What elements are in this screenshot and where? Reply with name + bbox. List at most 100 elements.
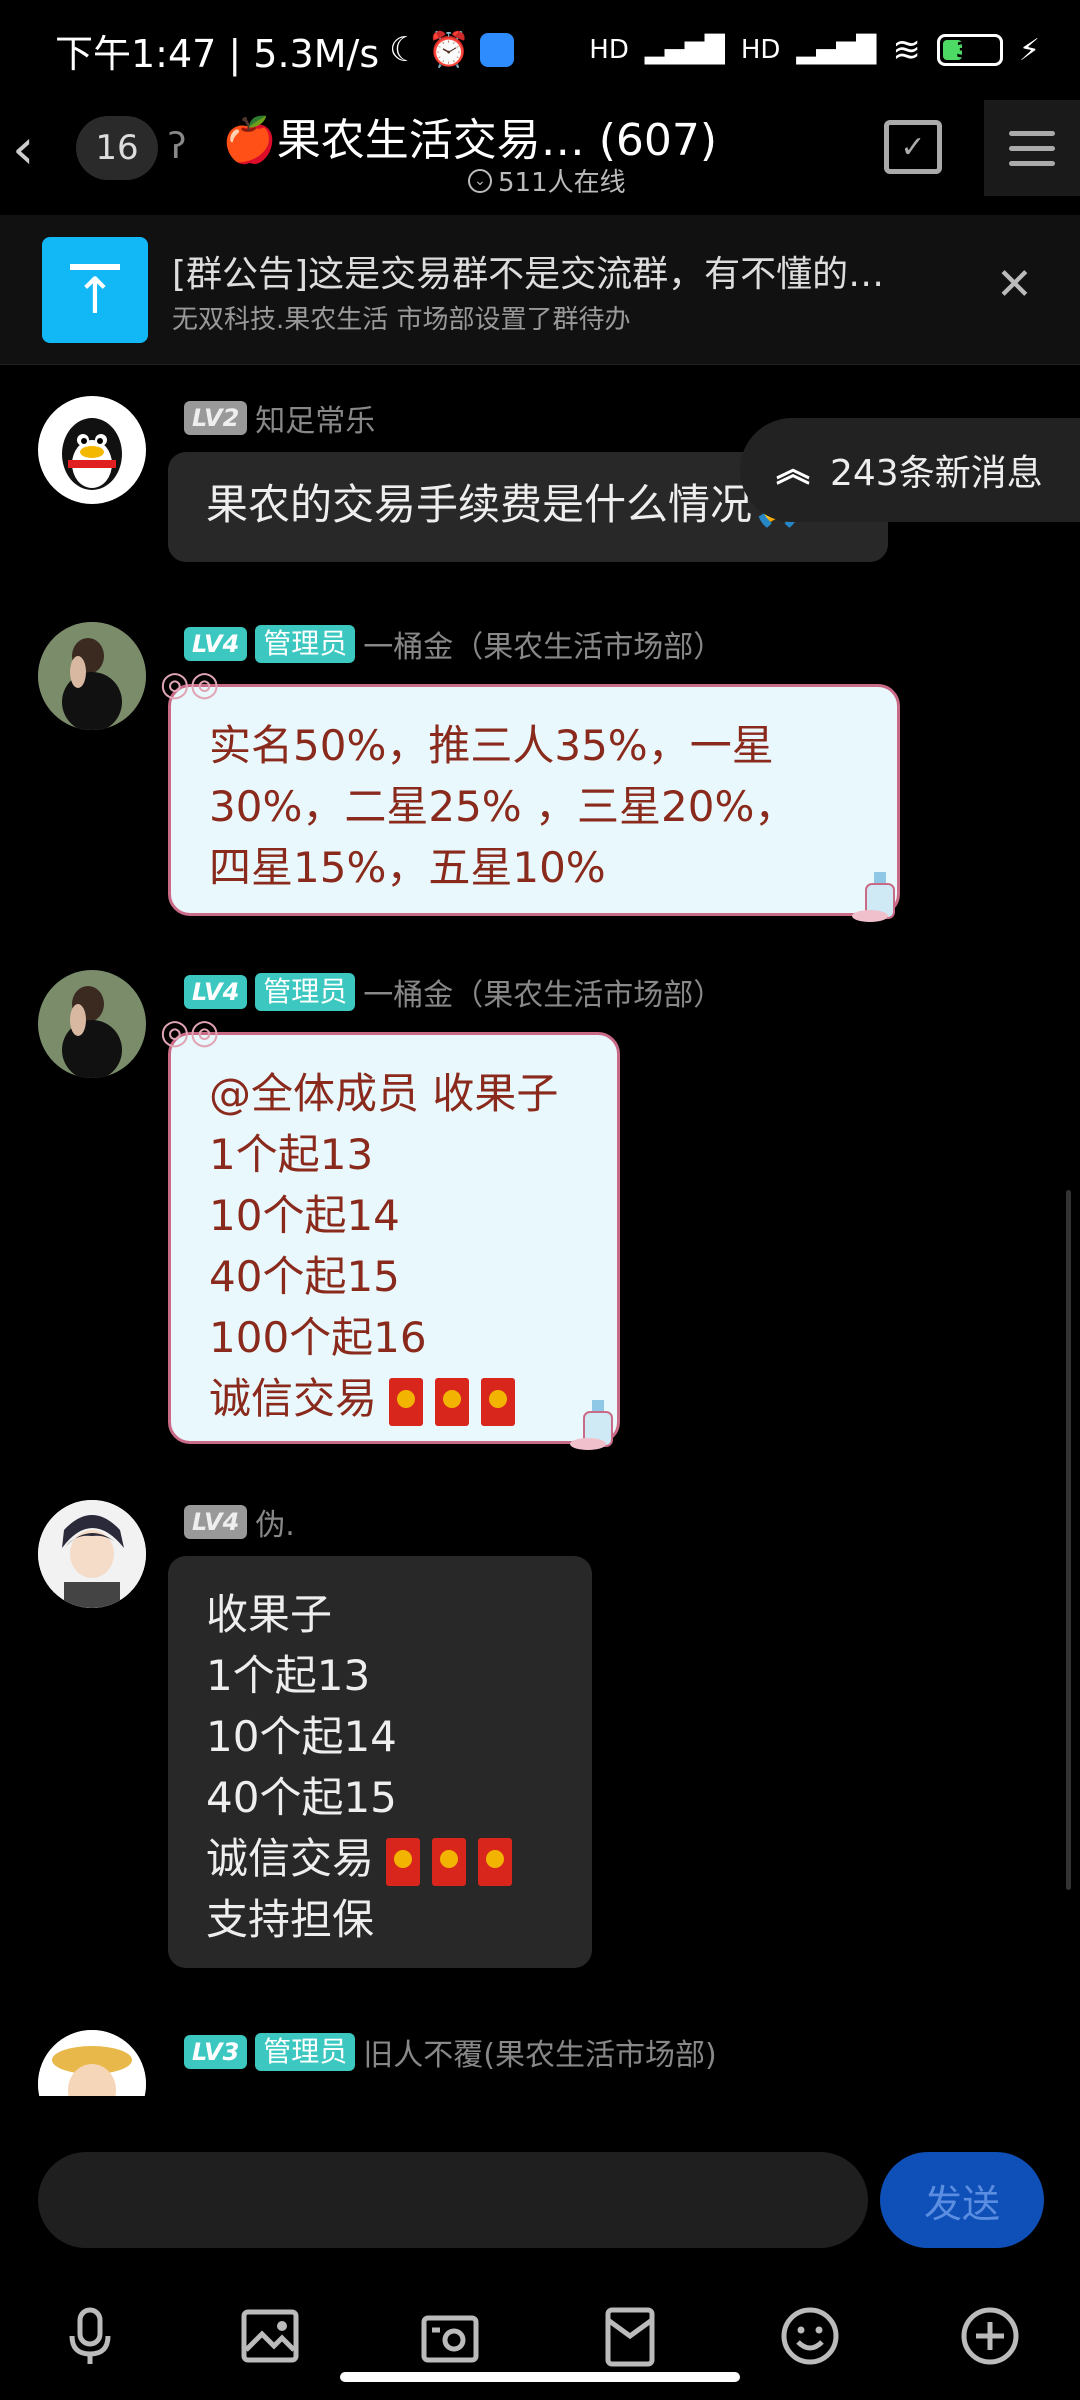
red-envelope-icon	[478, 1837, 513, 1886]
moon-icon: ☾	[389, 30, 420, 70]
message-line: 40个起15	[209, 1252, 400, 1301]
input-area: 发送	[0, 2096, 1080, 2400]
message-line-with-emoji: 诚信交易	[209, 1368, 579, 1429]
sender-name[interactable]: 知足常乐	[255, 396, 375, 440]
more-button[interactable]	[900, 2286, 1080, 2386]
red-packet-button[interactable]	[540, 2286, 720, 2386]
pin-top-icon: ↑	[42, 237, 148, 343]
message-line: 诚信交易	[209, 1374, 378, 1423]
voice-button[interactable]	[0, 2286, 180, 2386]
bottle-icon	[852, 872, 895, 922]
message-line: 收果子	[206, 1590, 333, 1639]
message-line: 诚信交易	[206, 1834, 375, 1883]
back-button[interactable]: ‹	[12, 120, 62, 180]
level-badge: LV3	[184, 2035, 248, 2069]
double-chevron-up-icon: ︽	[776, 450, 810, 490]
message-input[interactable]	[38, 2152, 868, 2248]
sender-name[interactable]: 一桶金（果农生活市场部）	[363, 622, 723, 666]
sender-meta: LV4 管理员 一桶金（果农生活市场部）	[184, 970, 723, 1014]
status-bar: 下午1:47 | 5.3M/s ☾ ⏰ HD ▂▄▆█ HD ▂▄▆█ ≋ 35…	[0, 0, 1080, 100]
input-toolbar	[0, 2286, 1080, 2386]
calendar-check-icon[interactable]: ✓	[884, 120, 942, 174]
bottle-icon	[570, 1400, 613, 1450]
sender-meta: LV3 管理员 旧人不覆(果农生活市场部)	[184, 2030, 717, 2074]
message-line: 10个起14	[209, 1191, 400, 1240]
red-envelope-icon	[386, 1837, 421, 1886]
scrollbar[interactable]	[1066, 1190, 1071, 1890]
group-title[interactable]: 🍎果农生活交易… (607)	[222, 104, 717, 168]
online-status[interactable]: ⌄ 511人在线	[468, 162, 626, 199]
announcement-subtitle: 无双科技.果农生活 市场部设置了群待办	[172, 305, 631, 335]
level-badge: LV4	[184, 1505, 248, 1539]
message-list[interactable]: LV2 知足常乐 果农的交易手续费是什么情况🙏 LV4 管理员 一桶金（果农生活…	[0, 366, 1080, 2096]
sender-meta: LV2 知足常乐	[184, 396, 375, 440]
admin-badge: 管理员	[255, 973, 356, 1011]
message-item: LV4 管理员 一桶金（果农生活市场部） 实名50%，推三人35%，一星 30%…	[0, 622, 1080, 922]
sender-name[interactable]: 伪.	[255, 1500, 295, 1544]
admin-badge: 管理员	[255, 625, 356, 663]
red-envelope-icon	[481, 1377, 516, 1426]
camera-icon	[421, 2315, 479, 2363]
battery-level: 35	[956, 38, 984, 62]
sender-meta: LV4 管理员 一桶金（果农生活市场部）	[184, 622, 723, 666]
message-line: @全体成员 收果子	[209, 1069, 559, 1118]
message-line: 支持担保	[206, 1895, 375, 1944]
camera-button[interactable]	[360, 2286, 540, 2386]
red-envelope-icon	[389, 1377, 424, 1426]
battery-icon: 35	[936, 34, 1003, 66]
alarm-icon: ⏰	[427, 30, 470, 70]
unread-count-badge[interactable]: 16	[76, 116, 158, 180]
message-line: 1个起13	[206, 1651, 371, 1700]
message-item: LV4 管理员 一桶金（果农生活市场部） @全体成员 收果子 1个起13 10个…	[0, 970, 1080, 1490]
chat-header: ‹ 16 ʔ 🍎果农生活交易… (607) ⌄ 511人在线 ✓	[0, 100, 1080, 210]
photo-button[interactable]	[180, 2286, 360, 2386]
message-line: 1个起13	[209, 1130, 374, 1179]
hd-label: HD	[589, 35, 629, 65]
sender-name[interactable]: 一桶金（果农生活市场部）	[363, 970, 723, 1014]
home-indicator[interactable]	[340, 2372, 740, 2382]
message-line: 40个起15	[206, 1773, 397, 1822]
chevron-down-icon: ⌄	[468, 168, 492, 193]
signal-icon: ▂▄▆█	[644, 35, 725, 65]
earpiece-icon: ʔ	[168, 126, 187, 167]
message-line: 100个起16	[209, 1313, 427, 1362]
level-badge: LV4	[184, 975, 248, 1009]
image-icon	[241, 2309, 299, 2363]
status-time: 下午1:47 | 5.3M/s	[55, 31, 380, 76]
sender-name[interactable]: 旧人不覆(果农生活市场部)	[363, 2030, 716, 2074]
message-line-with-emoji: 诚信交易	[206, 1828, 554, 1889]
group-announcement[interactable]: ↑ [群公告]这是交易群不是交流群，有不懂的… 无双科技.果农生活 市场部设置了…	[0, 215, 1080, 365]
emoji-button[interactable]	[720, 2286, 900, 2386]
sender-meta: LV4 伪.	[184, 1500, 295, 1544]
message-item: LV3 管理员 旧人不覆(果农生活市场部)	[0, 2030, 1080, 2096]
message-bubble[interactable]: @全体成员 收果子 1个起13 10个起14 40个起15 100个起16 诚信…	[168, 1032, 620, 1444]
message-item: LV4 伪. 收果子 1个起13 10个起14 40个起15 诚信交易 支持担保	[0, 1500, 1080, 1980]
microphone-icon	[69, 2307, 111, 2364]
signal-icon-2: ▂▄▆█	[796, 35, 877, 65]
send-button[interactable]: 发送	[880, 2152, 1044, 2248]
admin-badge: 管理员	[255, 2033, 356, 2071]
red-envelope-icon	[432, 1837, 467, 1886]
level-badge: LV2	[184, 401, 248, 435]
message-bubble[interactable]: 实名50%，推三人35%，一星 30%，二星25% ，三星20%， 四星15%，…	[168, 684, 900, 916]
message-line: 10个起14	[206, 1712, 397, 1761]
wifi-icon: ≋	[892, 30, 921, 70]
charging-icon: ⚡	[1018, 32, 1040, 68]
avatar[interactable]	[38, 622, 146, 730]
new-messages-button[interactable]: ︽ 243条新消息	[740, 418, 1080, 522]
message-bubble[interactable]: 收果子 1个起13 10个起14 40个起15 诚信交易 支持担保	[168, 1556, 592, 1968]
goggles-icon: ◎◎	[160, 664, 220, 704]
close-icon[interactable]: ✕	[996, 259, 1033, 310]
avatar[interactable]	[38, 970, 146, 1078]
app-notification-icon	[479, 33, 514, 67]
announcement-title: [群公告]这是交易群不是交流群，有不懂的…	[172, 254, 885, 295]
avatar[interactable]	[38, 2030, 146, 2096]
menu-button[interactable]	[984, 100, 1080, 196]
emoji-icon	[781, 2307, 839, 2365]
online-count: 511人在线	[498, 168, 626, 198]
avatar[interactable]	[38, 1500, 146, 1608]
new-messages-count: 243条新消息	[830, 453, 1043, 494]
red-packet-icon	[605, 2307, 655, 2367]
level-badge: LV4	[184, 627, 248, 661]
avatar[interactable]	[38, 396, 146, 504]
